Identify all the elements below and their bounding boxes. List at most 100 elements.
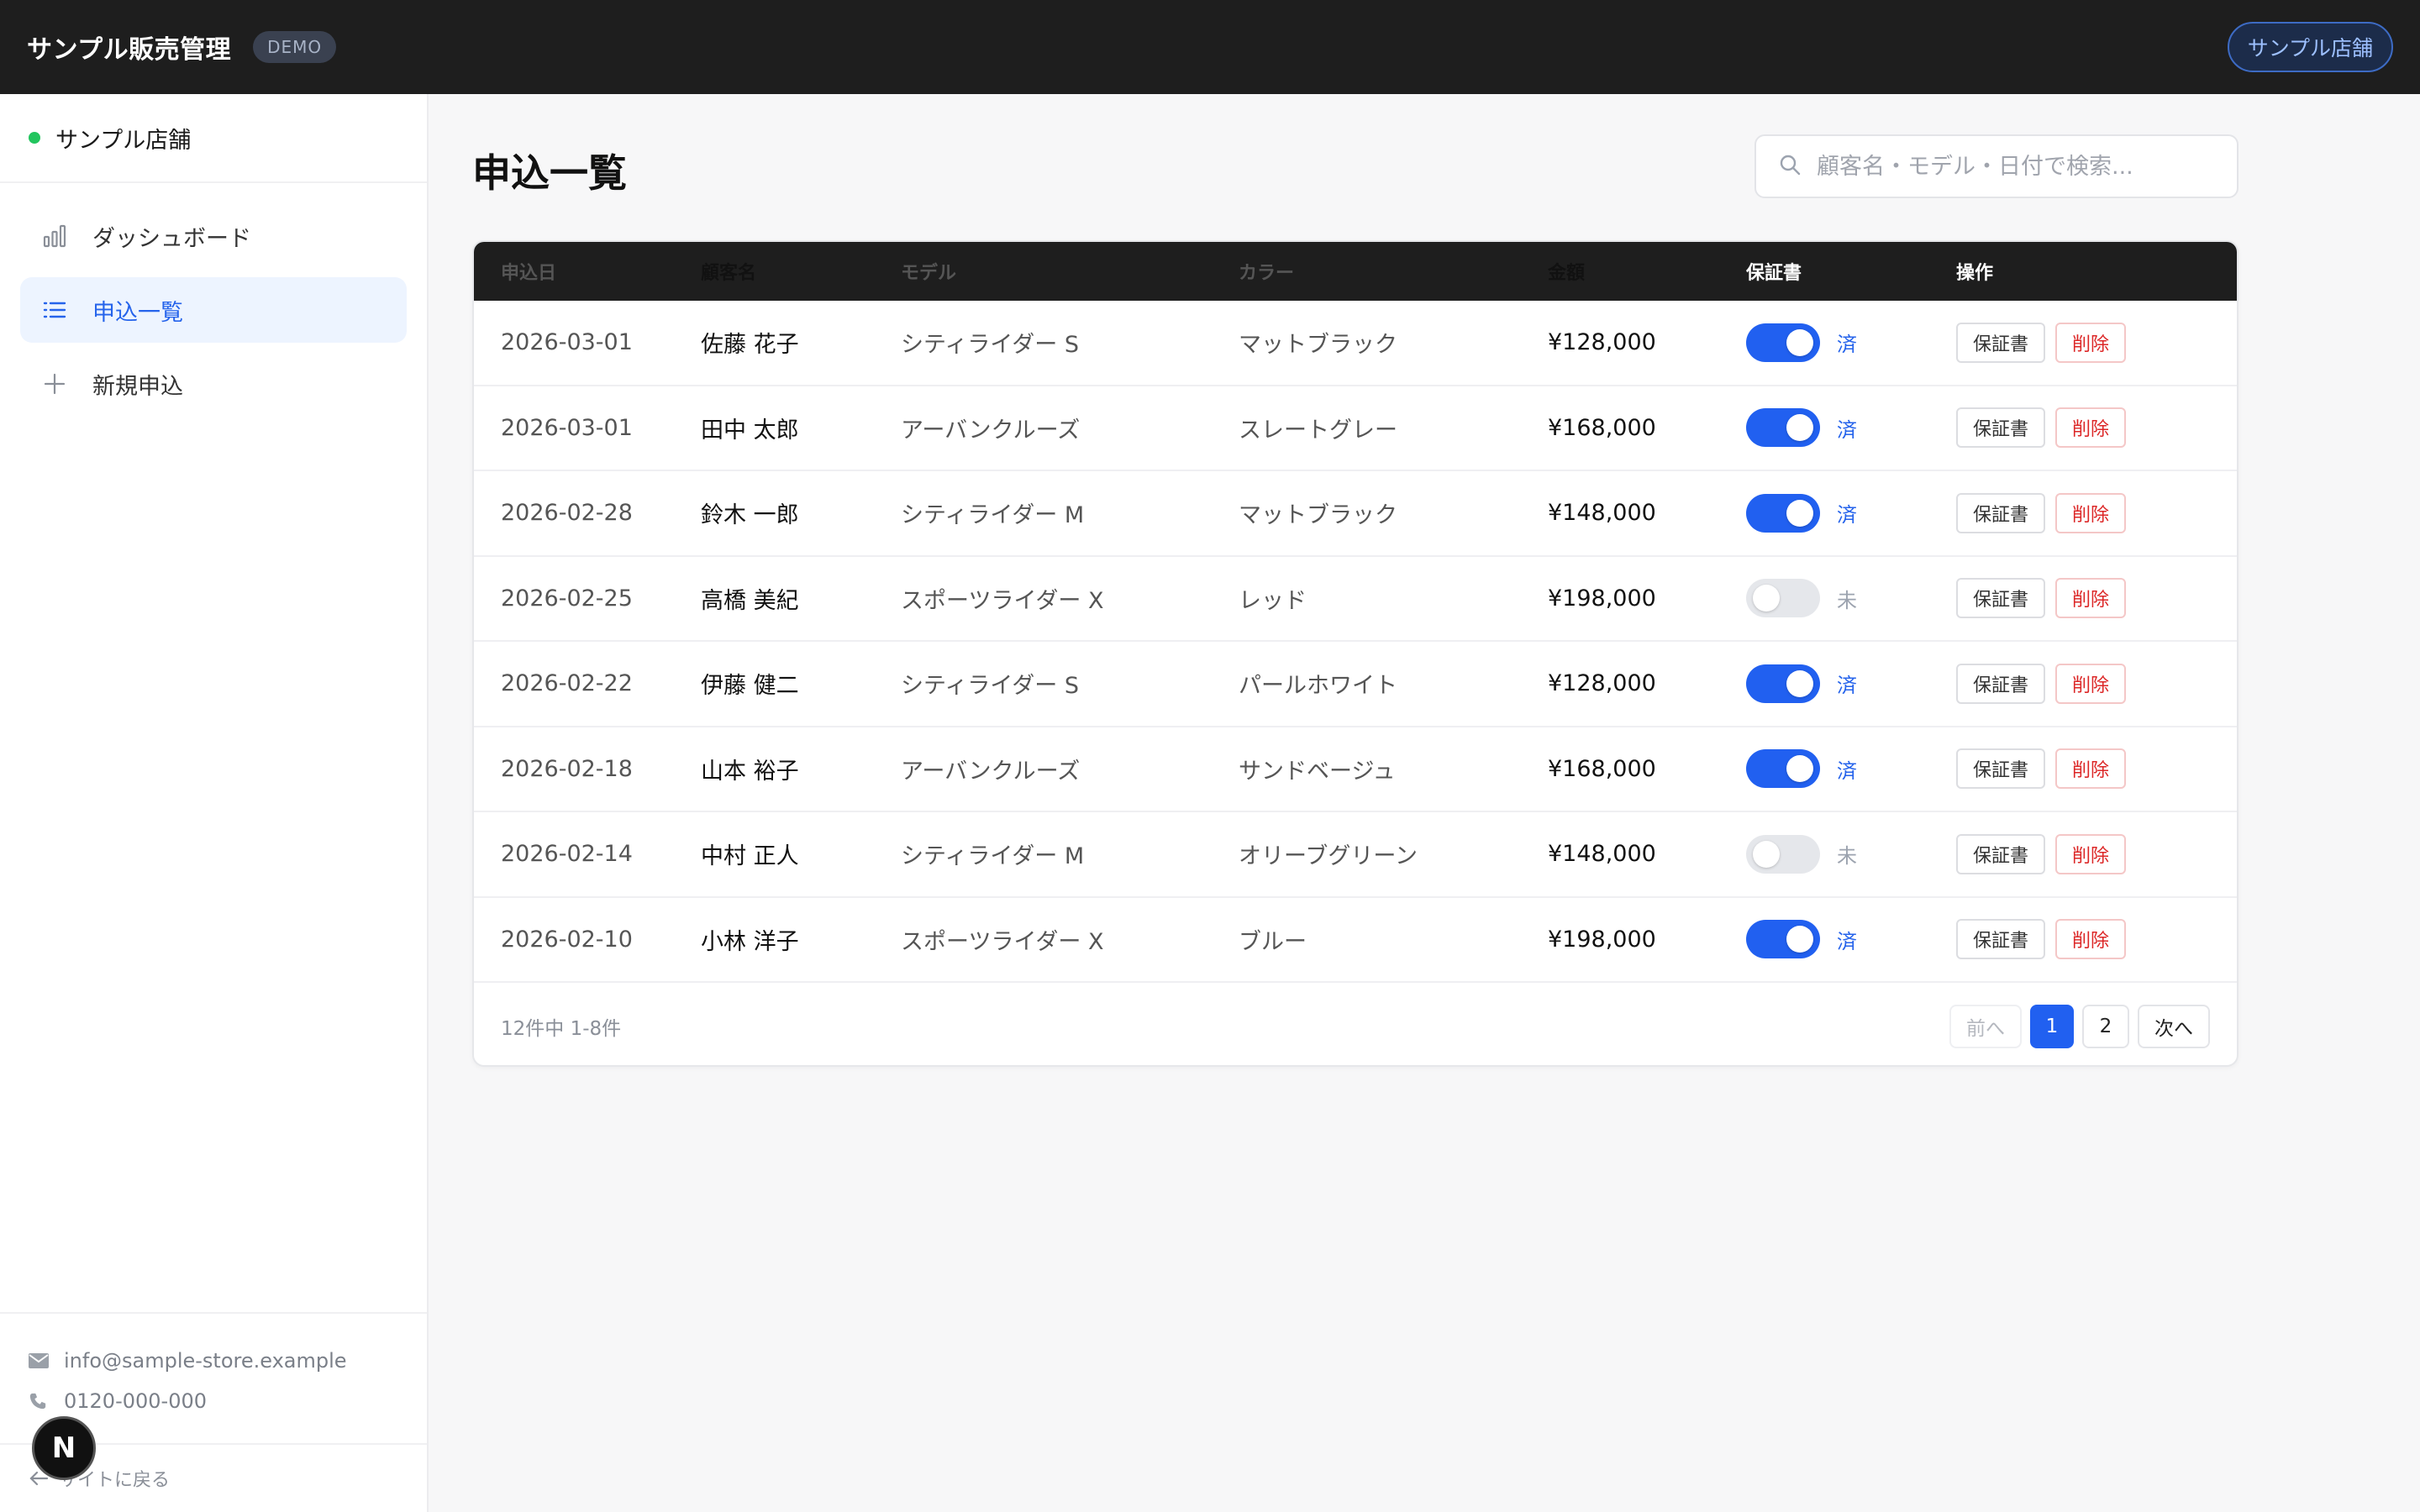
warranty-button[interactable]: 保証書 [1956,492,2046,533]
cell-color: マットブラック [1239,502,1397,529]
delete-button[interactable]: 削除 [2055,748,2127,790]
column-header-warranty[interactable]: 保証書 [1746,258,1956,285]
contact-phone: 0120-000-000 [29,1381,427,1421]
column-header-amount[interactable]: 金額 [1548,258,1746,285]
pagination: 前へ 1 2 次へ [1941,1005,2210,1048]
column-header-color[interactable]: カラー [1239,258,1548,285]
cell-amount: ¥128,000 [1548,329,1656,356]
search-icon [1778,153,1802,180]
column-header-date[interactable]: 申込日 [474,258,701,285]
delete-button[interactable]: 削除 [2055,407,2127,449]
cell-date: 2026-02-25 [501,585,633,612]
warranty-button[interactable]: 保証書 [1956,578,2046,619]
cell-model: スポーツライダー X [901,587,1104,614]
warranty-button[interactable]: 保証書 [1956,833,2046,874]
prev-page-button[interactable]: 前へ [1949,1005,2022,1048]
delete-button[interactable]: 削除 [2055,663,2127,704]
cell-customer: 山本 裕子 [701,758,799,785]
warranty-status-label: 済 [1837,929,1857,953]
warranty-toggle[interactable] [1746,749,1820,789]
cell-date: 2026-02-10 [501,926,633,953]
sidebar-item-applications[interactable]: 申込一覧 [20,277,407,343]
plus-icon [40,370,69,398]
warranty-toggle[interactable] [1746,408,1820,448]
cell-actions: 保証書 削除 [1956,492,2237,533]
cell-color: サンドベージュ [1239,758,1396,785]
top-bar: サンプル販売管理 DEMO サンプル店舗 [0,0,2420,94]
warranty-toggle[interactable] [1746,493,1820,533]
next-page-button[interactable]: 次へ [2138,1005,2210,1048]
warranty-button[interactable]: 保証書 [1956,748,2046,790]
floating-n-badge[interactable]: N [32,1416,96,1480]
warranty-status-label: 済 [1837,333,1857,357]
delete-button[interactable]: 削除 [2055,578,2127,619]
warranty-button[interactable]: 保証書 [1956,322,2046,363]
warranty-button[interactable]: 保証書 [1956,407,2046,449]
cell-model: シティライダー S [901,332,1080,359]
sidebar-nav: ダッシュボード 申込一覧 新規申込 [0,183,427,417]
cell-customer: 鈴木 一郎 [701,502,799,529]
cell-color: パールホワイト [1239,673,1397,700]
cell-color: レッド [1239,587,1307,614]
page-button-2[interactable]: 2 [2082,1005,2129,1048]
warranty-button[interactable]: 保証書 [1956,663,2046,704]
cell-amount: ¥168,000 [1548,755,1656,782]
table-row: 2026-02-25 高橋 美紀 スポーツライダー X レッド ¥198,000 未 保証書… [474,557,2237,642]
cell-warranty: 済 [1746,664,1956,703]
pagination-summary: 12件中 1-8件 [501,1018,622,1040]
cell-customer: 高橋 美紀 [701,587,799,614]
warranty-status-label: 未 [1837,588,1857,612]
cell-date: 2026-02-18 [501,755,633,782]
sidebar-item-new-application[interactable]: 新規申込 [20,351,407,417]
cell-actions: 保証書 削除 [1956,919,2237,960]
column-header-actions: 操作 [1956,263,1994,284]
warranty-toggle[interactable] [1746,579,1820,618]
cell-color: ブルー [1239,928,1307,955]
sidebar-item-label: ダッシュボード [92,225,251,252]
sidebar: サンプル店舗 ダッシュボード 申込一覧 新規申込 info@sample-sto… [0,94,429,1512]
delete-button[interactable]: 削除 [2055,919,2127,960]
delete-button[interactable]: 削除 [2055,492,2127,533]
cell-warranty: 未 [1746,834,1956,874]
cell-actions: 保証書 削除 [1956,833,2237,874]
cell-color: スレートグレー [1239,417,1397,444]
warranty-status-label: 済 [1837,417,1857,442]
delete-button[interactable]: 削除 [2055,322,2127,363]
table-row: 2026-02-18 山本 裕子 アーバンクルーズ サンドベージュ ¥168,000 済 保… [474,727,2237,812]
cell-amount: ¥198,000 [1548,585,1656,612]
page-button-1[interactable]: 1 [2030,1005,2074,1048]
search-input[interactable] [1817,153,2212,180]
warranty-toggle[interactable] [1746,323,1820,362]
table-footer: 12件中 1-8件 前へ 1 2 次へ [474,983,2237,1065]
sidebar-item-dashboard[interactable]: ダッシュボード [20,203,407,269]
column-header-customer[interactable]: 顧客名 [701,258,901,285]
cell-customer: 佐藤 花子 [701,332,799,359]
store-button[interactable]: サンプル店舗 [2227,22,2393,72]
warranty-status-label: 未 [1837,844,1857,869]
sidebar-item-label: 申込一覧 [92,299,183,326]
warranty-status-label: 済 [1837,759,1857,783]
search-box[interactable] [1754,134,2238,198]
cell-model: アーバンクルーズ [901,417,1081,444]
table-row: 2026-02-28 鈴木 一郎 シティライダー M マットブラック ¥148,000 済… [474,471,2237,557]
table-row: 2026-03-01 田中 太郎 アーバンクルーズ スレートグレー ¥168,000 済 保… [474,386,2237,471]
cell-warranty: 済 [1746,920,1956,959]
column-header-model[interactable]: モデル [901,258,1239,285]
warranty-button[interactable]: 保証書 [1956,919,2046,960]
warranty-status-label: 済 [1837,674,1857,698]
app-title: サンプル販売管理 [27,35,232,65]
cell-customer: 伊藤 健二 [701,673,799,700]
cell-date: 2026-02-28 [501,500,633,527]
contact-email-text: info@sample-store.example [64,1349,347,1373]
sidebar-store: サンプル店舗 [0,94,427,183]
cell-model: シティライダー M [901,843,1085,870]
cell-amount: ¥148,000 [1548,500,1656,527]
warranty-toggle[interactable] [1746,664,1820,703]
table-body: 2026-03-01 佐藤 花子 シティライダー S マットブラック ¥128,000 済… [474,301,2237,983]
cell-customer: 小林 洋子 [701,928,799,955]
cell-date: 2026-02-14 [501,841,633,868]
warranty-toggle[interactable] [1746,834,1820,874]
cell-actions: 保証書 削除 [1956,407,2237,449]
warranty-toggle[interactable] [1746,920,1820,959]
delete-button[interactable]: 削除 [2055,833,2127,874]
